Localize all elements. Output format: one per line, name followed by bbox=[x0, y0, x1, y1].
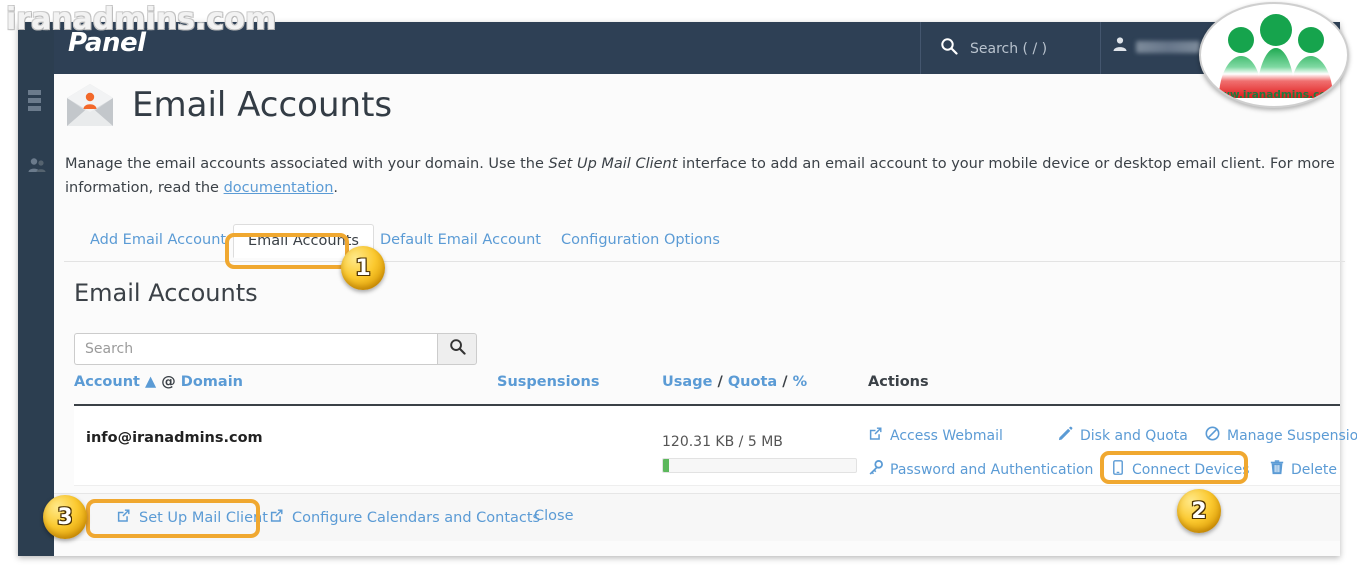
users-icon[interactable] bbox=[28, 157, 46, 173]
column-header-suspensions[interactable]: Suspensions bbox=[497, 374, 599, 390]
documentation-link[interactable]: documentation bbox=[224, 180, 334, 196]
action-disk-and-quota[interactable]: Disk and Quota bbox=[1058, 426, 1188, 445]
cell-usage-text: 120.31 KB / 5 MB bbox=[662, 434, 783, 450]
action-connect-devices[interactable]: Connect Devices bbox=[1111, 460, 1250, 479]
column-label-domain[interactable]: Domain bbox=[181, 374, 243, 390]
search-icon bbox=[449, 338, 466, 360]
annotation-badge-3: 3 bbox=[43, 495, 87, 539]
action-password-and-authentication[interactable]: Password and Authentication bbox=[868, 460, 1093, 479]
footer-set-up-mail-client[interactable]: Set Up Mail Client bbox=[116, 508, 268, 527]
slash-separator: / bbox=[717, 374, 723, 390]
footer-link-label: Close bbox=[534, 508, 574, 524]
annotation-badge-2: 2 bbox=[1177, 489, 1221, 533]
topbar-divider-left bbox=[920, 22, 921, 74]
description-text-3: . bbox=[333, 180, 339, 196]
main-content: Email Accounts Manage the email accounts… bbox=[54, 74, 1357, 556]
ban-icon bbox=[1205, 426, 1220, 445]
footer-configure-calendars-and-contacts[interactable]: Configure Calendars and Contacts bbox=[269, 508, 540, 527]
table-header-row: Account ▲ @ Domain Suspensions Usage / Q… bbox=[74, 374, 1340, 406]
action-manage-suspension[interactable]: Manage Suspension bbox=[1205, 426, 1357, 445]
trash-icon bbox=[1270, 460, 1284, 479]
at-symbol-icon: @ bbox=[161, 374, 176, 390]
column-header-actions: Actions bbox=[868, 374, 929, 390]
table-row: info@iranadmins.com 120.31 KB / 5 MB Acc… bbox=[74, 406, 1357, 486]
account-search bbox=[74, 333, 477, 365]
footer-bar: Set Up Mail Client Configure Calendars a… bbox=[54, 493, 1340, 541]
global-search-label: Search ( / ) bbox=[970, 40, 1048, 57]
tab-add-email-account[interactable]: Add Email Account bbox=[76, 224, 240, 256]
sort-ascending-icon[interactable]: ▲ bbox=[145, 374, 156, 390]
page-title: Email Accounts bbox=[132, 85, 393, 125]
screenshot-root: Panel Search ( / ) Email Accounts Manage… bbox=[0, 0, 1357, 581]
watermark-logo: www.iranadmins.com bbox=[1199, 2, 1349, 108]
tab-bar: Add Email Account Email Accounts Default… bbox=[64, 224, 1345, 262]
footer-close[interactable]: Close bbox=[534, 508, 574, 524]
topbar-divider-right bbox=[1100, 22, 1101, 74]
page-description: Manage the email accounts associated wit… bbox=[65, 152, 1345, 200]
watermark-text: iranadmins.com bbox=[6, 2, 277, 37]
search-input[interactable] bbox=[74, 333, 437, 365]
usage-progress-bar bbox=[662, 458, 857, 473]
column-label-usage[interactable]: Usage bbox=[662, 374, 712, 390]
action-label: Password and Authentication bbox=[890, 461, 1094, 478]
action-label: Disk and Quota bbox=[1080, 427, 1188, 444]
global-search[interactable]: Search ( / ) bbox=[940, 37, 1047, 60]
tab-configuration-options[interactable]: Configuration Options bbox=[547, 224, 734, 256]
action-label: Connect Devices bbox=[1132, 461, 1250, 478]
search-icon bbox=[940, 37, 958, 60]
column-header-account[interactable]: Account ▲ @ Domain bbox=[74, 374, 243, 390]
column-label-quota[interactable]: Quota bbox=[728, 374, 777, 390]
description-text-1: Manage the email accounts associated wit… bbox=[65, 156, 549, 172]
column-header-usage-quota[interactable]: Usage / Quota / % bbox=[662, 374, 807, 390]
cell-account-email: info@iranadmins.com bbox=[86, 430, 263, 446]
menu-grid-icon[interactable] bbox=[28, 90, 42, 114]
column-label-percent[interactable]: % bbox=[793, 374, 808, 390]
external-link-icon bbox=[269, 508, 284, 527]
pencil-icon bbox=[1058, 426, 1073, 445]
external-link-icon bbox=[868, 426, 883, 445]
watermark-logo-graphic: www.iranadmins.com bbox=[1201, 4, 1347, 106]
footer-link-label: Configure Calendars and Contacts bbox=[292, 509, 541, 526]
left-sidebar[interactable] bbox=[18, 22, 54, 556]
mobile-icon bbox=[1111, 460, 1125, 479]
action-label: Access Webmail bbox=[890, 427, 1003, 444]
action-label: Delete bbox=[1291, 461, 1337, 478]
search-button[interactable] bbox=[437, 333, 477, 365]
page-header: Email Accounts bbox=[64, 82, 392, 128]
column-label-account: Account bbox=[74, 374, 140, 390]
annotation-badge-1: 1 bbox=[341, 246, 385, 290]
key-icon bbox=[868, 460, 883, 479]
slash-separator-2: / bbox=[782, 374, 788, 390]
section-heading: Email Accounts bbox=[74, 279, 258, 307]
action-label: Manage Suspension bbox=[1227, 427, 1357, 444]
email-accounts-table: Account ▲ @ Domain Suspensions Usage / Q… bbox=[74, 374, 1357, 486]
watermark-logo-caption: www.iranadmins.com bbox=[1210, 89, 1338, 101]
username-blurred bbox=[1136, 40, 1200, 53]
action-access-webmail[interactable]: Access Webmail bbox=[868, 426, 1003, 445]
description-emphasis: Set Up Mail Client bbox=[548, 156, 678, 172]
user-icon bbox=[1112, 36, 1128, 57]
tab-default-email-account[interactable]: Default Email Account bbox=[366, 224, 555, 256]
action-delete[interactable]: Delete bbox=[1270, 460, 1337, 479]
footer-link-label: Set Up Mail Client bbox=[139, 509, 268, 526]
email-account-icon bbox=[64, 82, 116, 128]
external-link-icon bbox=[116, 508, 131, 527]
